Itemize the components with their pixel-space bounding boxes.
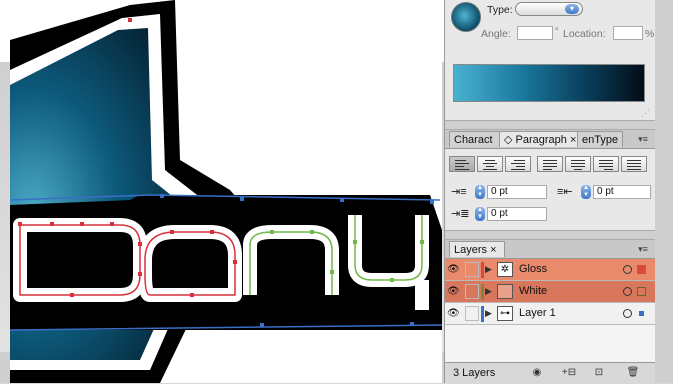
visibility-eye-icon[interactable]: 👁 — [447, 308, 461, 319]
layer-thumbnail: ✲ — [497, 262, 513, 277]
layer-name[interactable]: Layer 1 — [519, 307, 556, 319]
justify-all-button[interactable] — [621, 156, 647, 172]
expand-triangle-icon[interactable]: ▶ — [485, 286, 492, 297]
layer-color-bar — [481, 262, 484, 278]
expand-triangle-icon[interactable]: ▶ — [485, 308, 492, 319]
left-indent-stepper[interactable]: ▲ ▼ — [475, 185, 485, 199]
align-center-button[interactable] — [477, 156, 503, 172]
justify-center-button[interactable] — [565, 156, 591, 172]
layer-row-white[interactable]: 👁 ▶ White — [445, 281, 655, 303]
first-line-indent-stepper[interactable]: ▲ ▼ — [475, 207, 485, 221]
type-label: Type: — [487, 4, 513, 16]
selection-square-icon[interactable] — [637, 265, 646, 274]
angle-field[interactable] — [517, 26, 553, 40]
right-indent-field[interactable]: 0 pt — [593, 185, 651, 199]
align-right-button[interactable] — [505, 156, 531, 172]
right-indent-icon: ≡⇤ — [557, 186, 573, 198]
visibility-eye-icon[interactable]: 👁 — [447, 264, 461, 275]
gradient-type-select[interactable]: ▾ — [515, 2, 583, 16]
first-line-indent-field[interactable]: 0 pt — [487, 207, 547, 221]
panel-dock: Type: ▾ Angle: ° Location: % ⋰ Charact ◇… — [444, 0, 655, 384]
selection-square-icon[interactable] — [637, 287, 646, 296]
angle-label: Angle: — [481, 28, 511, 40]
tab-paragraph[interactable]: ◇ Paragraph × — [499, 131, 579, 147]
selection-square-icon[interactable] — [639, 311, 644, 316]
artwork — [10, 0, 442, 383]
layer-name[interactable]: White — [519, 285, 547, 297]
justify-right-button[interactable] — [593, 156, 619, 172]
target-circle-icon[interactable] — [623, 287, 632, 296]
left-indent-icon: ⇥≡ — [451, 186, 467, 198]
layer-color-bar — [481, 306, 484, 322]
new-layer-icon[interactable]: ⊡ — [591, 366, 607, 380]
justify-left-button[interactable] — [537, 156, 563, 172]
location-label: Location: — [563, 28, 606, 40]
lock-toggle[interactable] — [465, 262, 479, 277]
target-circle-icon[interactable] — [623, 265, 632, 274]
layer-row-gloss[interactable]: 👁 ▶ ✲ Gloss — [445, 259, 655, 281]
new-sublayer-icon[interactable]: +⊟ — [561, 366, 577, 380]
gradient-ramp[interactable] — [453, 64, 645, 102]
location-unit: % — [645, 28, 655, 40]
screenshot-frame: Type: ▾ Angle: ° Location: % ⋰ Charact ◇… — [0, 0, 673, 384]
chevron-down-icon: ▾ — [565, 4, 579, 14]
align-left-button[interactable] — [449, 156, 475, 172]
target-circle-icon[interactable] — [623, 309, 632, 318]
make-clipping-mask-icon[interactable]: ◉ — [529, 366, 545, 380]
first-line-indent-icon: ⇥≣ — [451, 208, 470, 220]
layer-thumbnail: ⊶ — [497, 306, 513, 321]
layer-color-bar — [481, 284, 484, 300]
tab-layers[interactable]: Layers × — [449, 241, 505, 257]
right-edge-strip — [655, 0, 673, 383]
text-tab-bar: Charact ◇ Paragraph × enType ▾≡ — [445, 130, 655, 149]
layers-menu-icon[interactable]: ▾≡ — [635, 243, 651, 255]
layer-row-layer-1[interactable]: 👁 ▶ ⊶ Layer 1 — [445, 303, 655, 325]
left-indent-field[interactable]: 0 pt — [487, 185, 547, 199]
visibility-eye-icon[interactable]: 👁 — [447, 286, 461, 297]
lock-toggle[interactable] — [465, 306, 479, 321]
panel-separator — [445, 230, 655, 240]
panel-separator — [445, 120, 655, 130]
trash-icon[interactable]: 🗑 — [625, 366, 641, 380]
tab-opentype[interactable]: enType — [577, 131, 623, 147]
layer-name[interactable]: Gloss — [519, 263, 547, 275]
expand-triangle-icon[interactable]: ▶ — [485, 264, 492, 275]
tab-character[interactable]: Charact — [449, 131, 501, 147]
resize-grip-icon[interactable]: ⋰ — [641, 108, 651, 118]
location-field[interactable] — [613, 26, 643, 40]
layer-count: 3 Layers — [453, 367, 496, 379]
lock-toggle[interactable] — [465, 284, 479, 299]
layers-status-bar: 3 Layers ◉ +⊟ ⊡ 🗑 — [445, 362, 655, 384]
panel-menu-icon[interactable]: ▾≡ — [635, 133, 651, 145]
gradient-swatch-icon[interactable] — [451, 2, 481, 32]
layers-empty-area — [445, 325, 655, 362]
layer-thumbnail — [497, 284, 513, 299]
angle-unit: ° — [555, 26, 559, 36]
layers-tab-bar: Layers × ▾≡ — [445, 240, 655, 259]
lettering — [10, 194, 442, 331]
right-indent-stepper[interactable]: ▲ ▼ — [581, 185, 591, 199]
artboard-canvas[interactable] — [10, 0, 442, 383]
